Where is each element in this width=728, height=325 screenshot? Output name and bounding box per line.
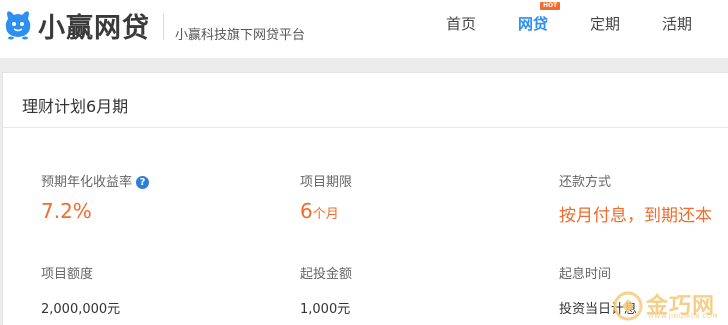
expected-rate-value: 7.2% xyxy=(41,199,92,223)
logo-mascot-icon[interactable] xyxy=(3,8,33,40)
term-value: 6个月 xyxy=(300,199,339,223)
title-divider xyxy=(3,127,728,128)
brand-slogan: 小赢科技旗下网贷平台 xyxy=(175,28,306,43)
expected-rate-label: 预期年化收益率? xyxy=(41,171,150,190)
term-label: 项目期限 xyxy=(300,175,353,190)
repay-method-label: 还款方式 xyxy=(559,175,612,190)
expected-rate-label-text: 预期年化收益率 xyxy=(41,175,133,190)
min-invest-value: 1,000元 xyxy=(300,302,351,317)
min-invest-label: 起投金额 xyxy=(300,267,353,282)
watermark-logo-icon xyxy=(613,291,643,321)
nav-current-deposit[interactable]: 活期 xyxy=(662,13,692,34)
hot-badge: HOT xyxy=(540,2,561,10)
interest-start-label: 起息时间 xyxy=(559,267,612,282)
nav-p2p-loans[interactable]: 网贷 xyxy=(518,13,548,34)
top-header: 小赢网贷 小赢科技旗下网贷平台 首页 网贷 HOT 定期 活期 xyxy=(0,0,728,58)
logo-divider xyxy=(163,14,164,40)
plan-title: 理财计划6月期 xyxy=(22,97,129,116)
brand-name[interactable]: 小赢网贷 xyxy=(38,6,150,45)
nav-home[interactable]: 首页 xyxy=(446,13,476,34)
help-icon[interactable]: ? xyxy=(136,176,150,189)
watermark-subtext: WWW.JINQIAO8.COM xyxy=(648,313,719,320)
amount-label: 项目额度 xyxy=(41,267,94,282)
watermark: 金巧网 WWW.JINQIAO8.COM xyxy=(612,288,728,325)
term-number: 6 xyxy=(300,199,313,223)
term-unit: 个月 xyxy=(312,207,339,222)
amount-value: 2,000,000元 xyxy=(41,302,121,317)
nav-fixed-term[interactable]: 定期 xyxy=(590,13,620,34)
repay-method-value: 按月付息，到期还本 xyxy=(559,206,712,226)
